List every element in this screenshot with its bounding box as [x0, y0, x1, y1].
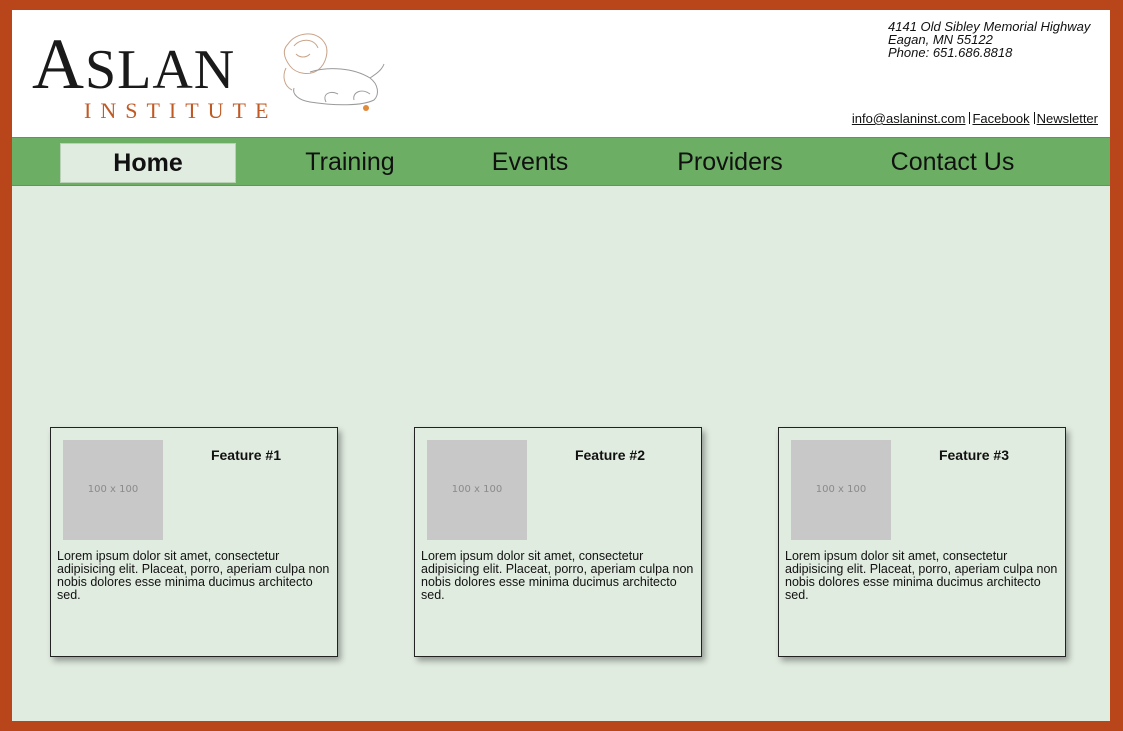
- newsletter-link[interactable]: Newsletter: [1037, 111, 1098, 126]
- feature-image-placeholder: 100 x 100: [63, 440, 163, 540]
- feature-card: 100 x 100 Feature #3 Lorem ipsum dolor s…: [778, 427, 1066, 657]
- aslan-institute-logo[interactable]: ASLAN INSTITUTE: [30, 22, 385, 123]
- feature-text: Lorem ipsum dolor sit amet, consectetur …: [421, 549, 694, 602]
- nav-providers[interactable]: Providers: [660, 143, 800, 181]
- link-separator: [1033, 112, 1035, 124]
- feature-card: 100 x 100 Feature #1 Lorem ipsum dolor s…: [50, 427, 338, 657]
- nav-contact-us[interactable]: Contact Us: [875, 143, 1030, 181]
- logo-wordmark: ASLAN: [32, 24, 236, 104]
- feature-title: Feature #2: [574, 447, 646, 463]
- phone-number: Phone: 651.686.8818: [888, 45, 1013, 60]
- feature-text: Lorem ipsum dolor sit amet, consectetur …: [57, 549, 330, 602]
- nav-events[interactable]: Events: [470, 143, 590, 181]
- facebook-link[interactable]: Facebook: [972, 111, 1029, 126]
- feature-text: Lorem ipsum dolor sit amet, consectetur …: [785, 549, 1058, 602]
- page-container: ASLAN INSTITUTE 4141 Old Sibley Memorial…: [12, 10, 1110, 721]
- feature-card: 100 x 100 Feature #2 Lorem ipsum dolor s…: [414, 427, 702, 657]
- main-nav: Home Training Events Providers Contact U…: [12, 137, 1110, 186]
- site-header: ASLAN INSTITUTE 4141 Old Sibley Memorial…: [12, 10, 1110, 137]
- feature-image-placeholder: 100 x 100: [791, 440, 891, 540]
- feature-image-placeholder: 100 x 100: [427, 440, 527, 540]
- feature-title: Feature #3: [938, 447, 1010, 463]
- email-link[interactable]: info@aslaninst.com: [852, 111, 966, 126]
- nav-training[interactable]: Training: [275, 143, 425, 181]
- link-separator: [969, 112, 971, 124]
- feature-title: Feature #1: [210, 447, 282, 463]
- lion-icon: [283, 33, 385, 111]
- top-links: info@aslaninst.com Facebook Newsletter: [852, 111, 1098, 126]
- contact-address: 4141 Old Sibley Memorial Highway Eagan, …: [888, 20, 1098, 59]
- nav-home[interactable]: Home: [60, 143, 236, 183]
- logo-subtitle: INSTITUTE: [84, 98, 278, 123]
